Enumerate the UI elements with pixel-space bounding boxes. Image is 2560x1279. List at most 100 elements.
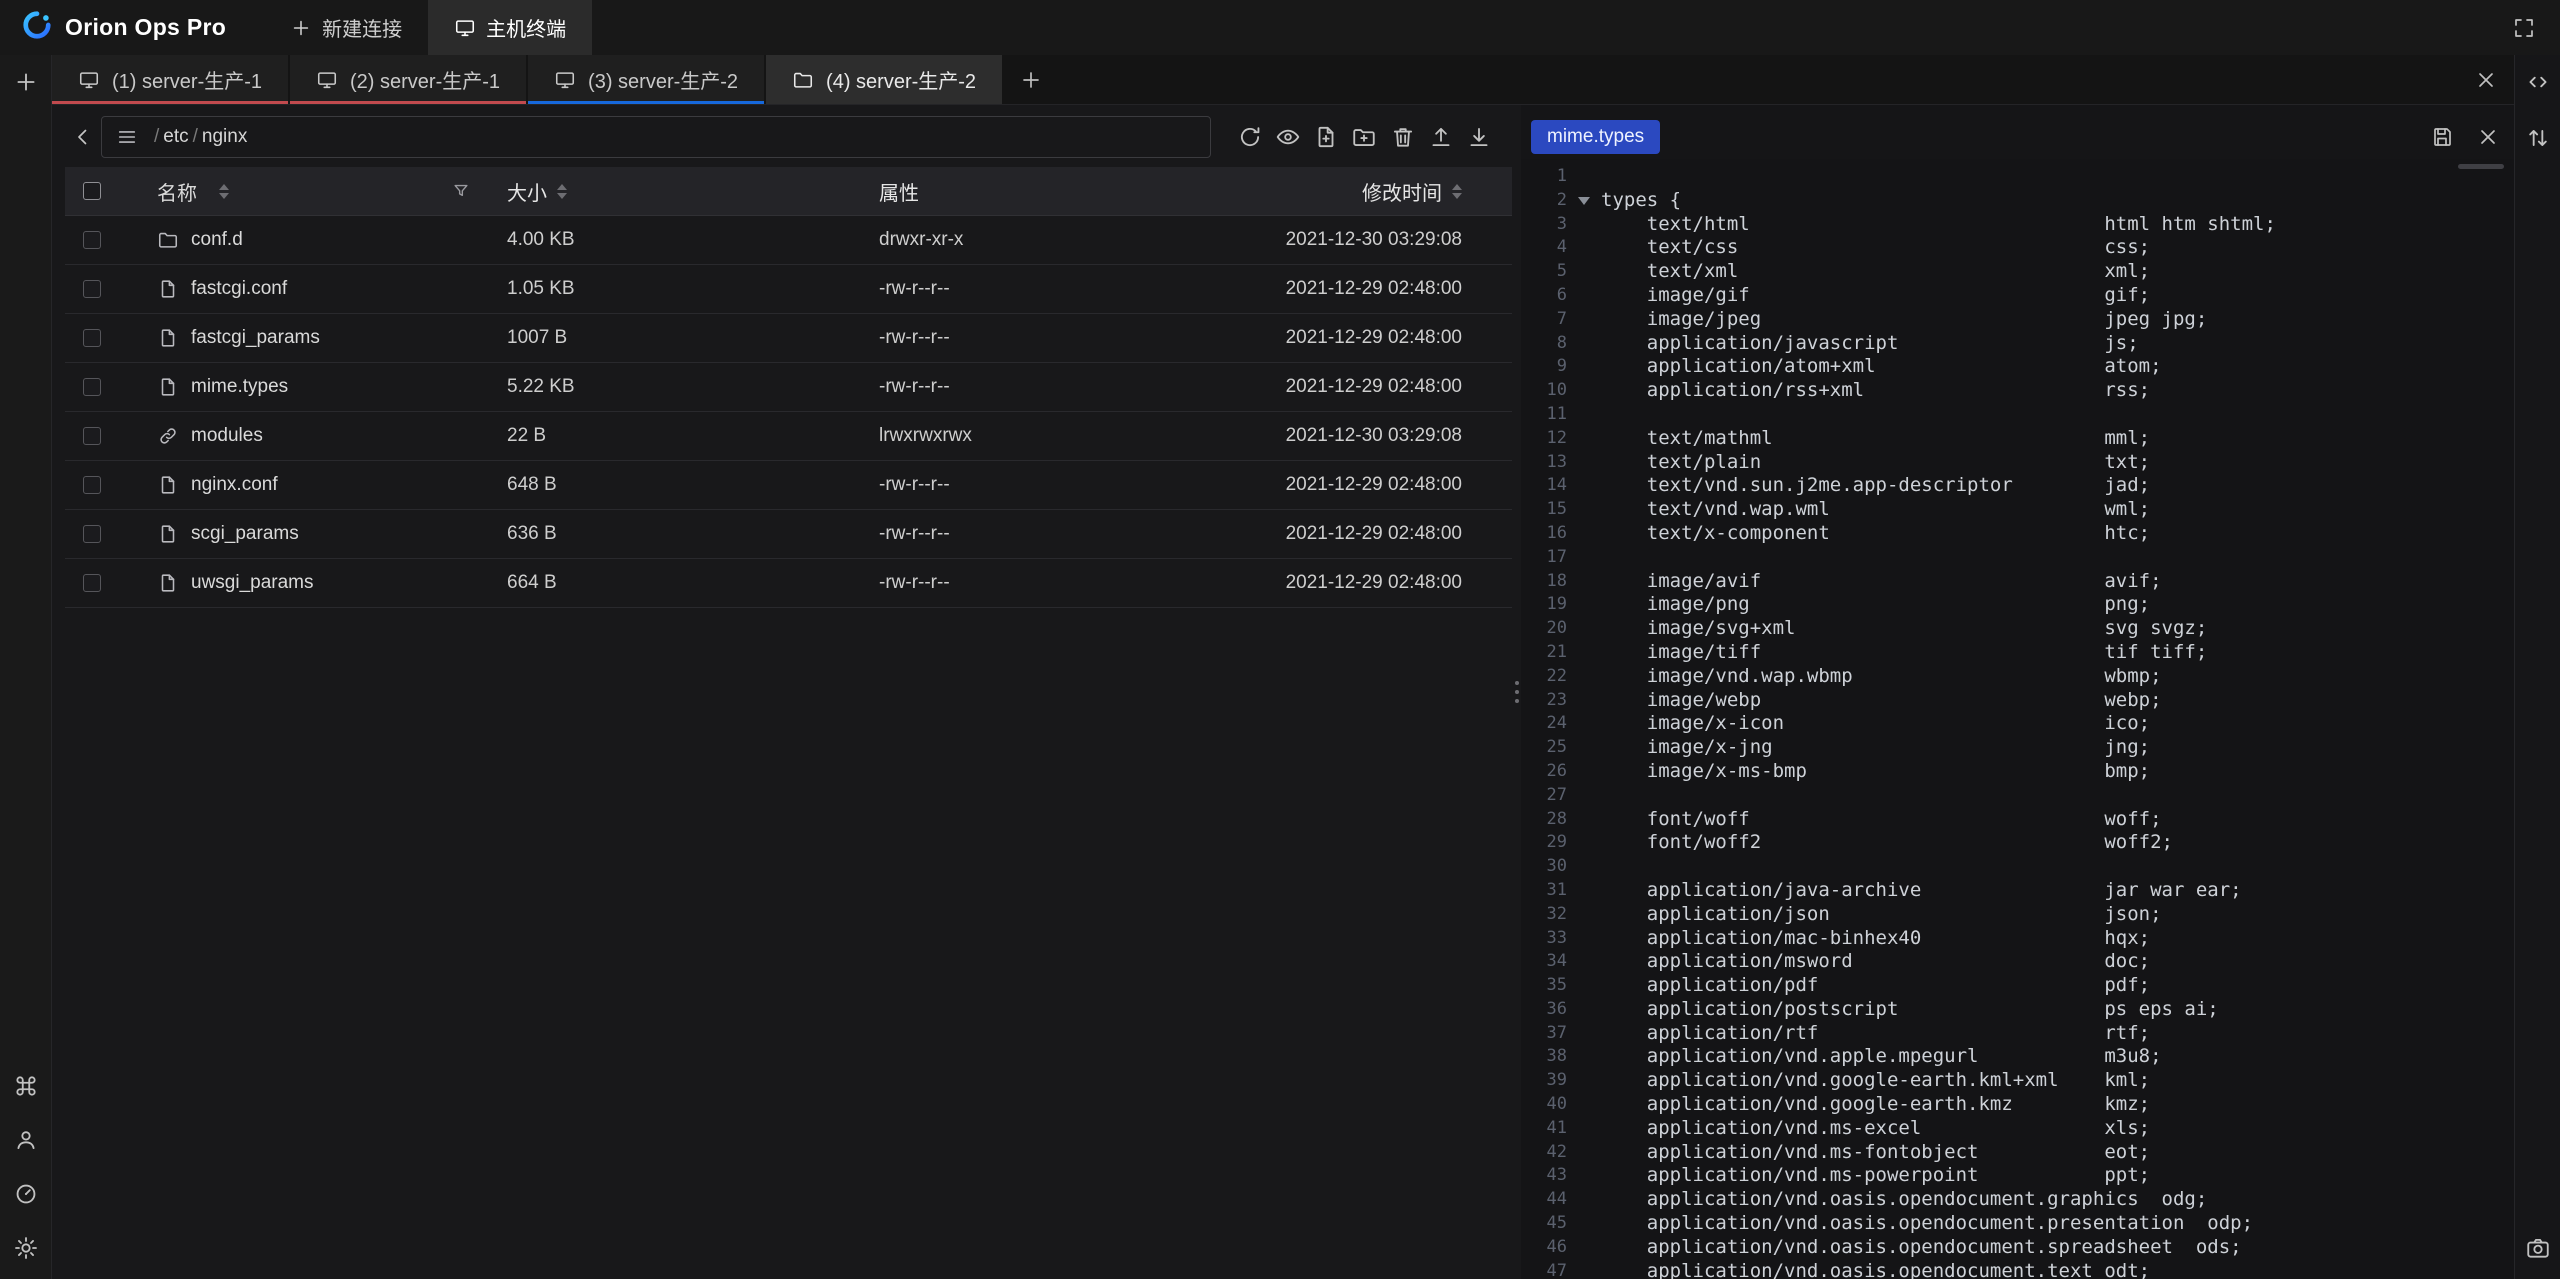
session-tab-3[interactable]: (3) server-生产-2 (528, 55, 764, 104)
table-row[interactable]: scgi_params636 B-rw-r--r--2021-12-29 02:… (65, 510, 1512, 559)
screenshot-button[interactable] (2525, 1235, 2551, 1261)
code-line: 33 application/mac-binhex40 hqx; (1521, 927, 2514, 951)
fold-arrow-icon[interactable] (1578, 197, 1590, 205)
fullscreen-icon[interactable] (2512, 16, 2536, 40)
back-button[interactable] (65, 119, 101, 155)
row-checkbox[interactable] (83, 231, 101, 249)
session-tab-4[interactable]: (4) server-生产-2 (766, 55, 1002, 104)
file-icon (157, 278, 179, 300)
file-attrs: lrwxrwxrwx (879, 425, 1199, 447)
sort-carets[interactable] (557, 184, 567, 199)
download-button[interactable] (1466, 124, 1492, 150)
code-text: application/vnd.apple.mpegurl m3u8; (1601, 1045, 2162, 1069)
line-number: 16 (1521, 522, 1567, 546)
table-row[interactable]: modules22 Blrwxrwxrwx2021-12-30 03:29:08 (65, 412, 1512, 461)
new-file-button[interactable] (1313, 124, 1339, 150)
table-row[interactable]: fastcgi.conf1.05 KB-rw-r--r--2021-12-29 … (65, 265, 1512, 314)
code-line: 40 application/vnd.google-earth.kmz kmz; (1521, 1093, 2514, 1117)
add-tab-button[interactable] (1004, 55, 1058, 104)
breadcrumb[interactable]: /etc/nginx (101, 116, 1211, 158)
new-session-button[interactable] (13, 69, 39, 95)
code-line: 22 image/vnd.wap.wbmp wbmp; (1521, 665, 2514, 689)
transfer-order-button[interactable] (2525, 125, 2551, 151)
code-line: 19 image/png png; (1521, 593, 2514, 617)
dashboard-button[interactable] (13, 1181, 39, 1207)
settings-button[interactable] (13, 1235, 39, 1261)
line-number: 45 (1521, 1212, 1567, 1236)
column-header-mtime[interactable]: 修改时间 (1362, 177, 1442, 206)
sort-carets[interactable] (219, 184, 229, 199)
menu-item-new-connection[interactable]: 新建连接 (264, 0, 428, 55)
user-button[interactable] (13, 1127, 39, 1153)
column-header-size[interactable]: 大小 (507, 177, 547, 206)
code-editor[interactable]: 12types {3 text/html html htm shtml;4 te… (1521, 159, 2514, 1279)
row-checkbox[interactable] (83, 329, 101, 347)
new-folder-button[interactable] (1351, 124, 1377, 150)
refresh-button[interactable] (1237, 124, 1263, 150)
line-number: 25 (1521, 736, 1567, 760)
session-tab-label: (3) server-生产-2 (588, 65, 738, 94)
row-checkbox[interactable] (83, 574, 101, 592)
line-number: 30 (1521, 855, 1567, 879)
row-checkbox[interactable] (83, 525, 101, 543)
code-text: image/vnd.wap.wbmp wbmp; (1601, 665, 2162, 689)
table-row[interactable]: nginx.conf648 B-rw-r--r--2021-12-29 02:4… (65, 461, 1512, 510)
row-checkbox[interactable] (83, 280, 101, 298)
code-line: 42 application/vnd.ms-fontobject eot; (1521, 1141, 2514, 1165)
table-row[interactable]: mime.types5.22 KB-rw-r--r--2021-12-29 02… (65, 363, 1512, 412)
code-line: 20 image/svg+xml svg svgz; (1521, 617, 2514, 641)
line-number: 46 (1521, 1236, 1567, 1260)
line-number: 37 (1521, 1022, 1567, 1046)
row-checkbox[interactable] (83, 427, 101, 445)
header-menu: 新建连接主机终端 (264, 0, 592, 55)
code-text: text/plain txt; (1601, 451, 2150, 475)
breadcrumb-segment[interactable]: etc (163, 126, 188, 148)
panel-splitter[interactable] (1512, 105, 1521, 1279)
close-terminal-button[interactable] (2474, 55, 2498, 104)
editor-close-icon[interactable] (2476, 125, 2500, 149)
app-header: Orion Ops Pro 新建连接主机终端 (0, 0, 2560, 55)
code-text: image/gif gif; (1601, 284, 2150, 308)
code-line: 44 application/vnd.oasis.opendocument.gr… (1521, 1188, 2514, 1212)
code-text: application/vnd.oasis.opendocument.sprea… (1601, 1236, 2242, 1260)
download-icon (1466, 124, 1492, 150)
file-attrs: -rw-r--r-- (879, 474, 1199, 496)
file-size: 5.22 KB (507, 376, 879, 398)
delete-button[interactable] (1390, 124, 1416, 150)
sort-carets[interactable] (1452, 184, 1462, 199)
preview-button[interactable] (1275, 124, 1301, 150)
code-line: 47 application/vnd.oasis.opendocument.te… (1521, 1260, 2514, 1279)
row-checkbox[interactable] (83, 476, 101, 494)
code-text: image/webp webp; (1601, 689, 2162, 713)
line-number: 4 (1521, 236, 1567, 260)
sftp-toolbar: /etc/nginx (65, 115, 1512, 159)
code-line: 9 application/atom+xml atom; (1521, 355, 2514, 379)
snippets-button[interactable] (2525, 69, 2551, 95)
session-tab-1[interactable]: (1) server-生产-1 (52, 55, 288, 104)
editor-file-tab[interactable]: mime.types (1531, 120, 1660, 154)
select-all-checkbox[interactable] (83, 182, 101, 200)
save-icon[interactable] (2430, 125, 2454, 149)
column-header-name[interactable]: 名称 (157, 177, 197, 206)
table-row[interactable]: uwsgi_params664 B-rw-r--r--2021-12-29 02… (65, 559, 1512, 608)
code-text: application/vnd.ms-fontobject eot; (1601, 1141, 2150, 1165)
line-number: 7 (1521, 308, 1567, 332)
code-line: 39 application/vnd.google-earth.kml+xml … (1521, 1069, 2514, 1093)
upload-button[interactable] (1428, 124, 1454, 150)
menu-item-host-terminal[interactable]: 主机终端 (428, 0, 592, 55)
code-line: 46 application/vnd.oasis.opendocument.sp… (1521, 1236, 2514, 1260)
filter-icon[interactable] (451, 181, 471, 201)
code-text: image/svg+xml svg svgz; (1601, 617, 2207, 641)
code-text: application/vnd.oasis.opendocument.graph… (1601, 1188, 2207, 1212)
session-tab-2[interactable]: (2) server-生产-1 (290, 55, 526, 104)
code-text: application/javascript js; (1601, 332, 2139, 356)
code-text: application/rtf rtf; (1601, 1022, 2150, 1046)
file-name: nginx.conf (191, 474, 278, 496)
table-row[interactable]: fastcgi_params1007 B-rw-r--r--2021-12-29… (65, 314, 1512, 363)
breadcrumb-segment[interactable]: nginx (202, 126, 247, 148)
code-line: 37 application/rtf rtf; (1521, 1022, 2514, 1046)
table-row[interactable]: conf.d4.00 KBdrwxr-xr-x2021-12-30 03:29:… (65, 216, 1512, 265)
editor-scrollbar-thumb[interactable] (2458, 164, 2504, 169)
shortcuts-button[interactable] (13, 1073, 39, 1099)
row-checkbox[interactable] (83, 378, 101, 396)
